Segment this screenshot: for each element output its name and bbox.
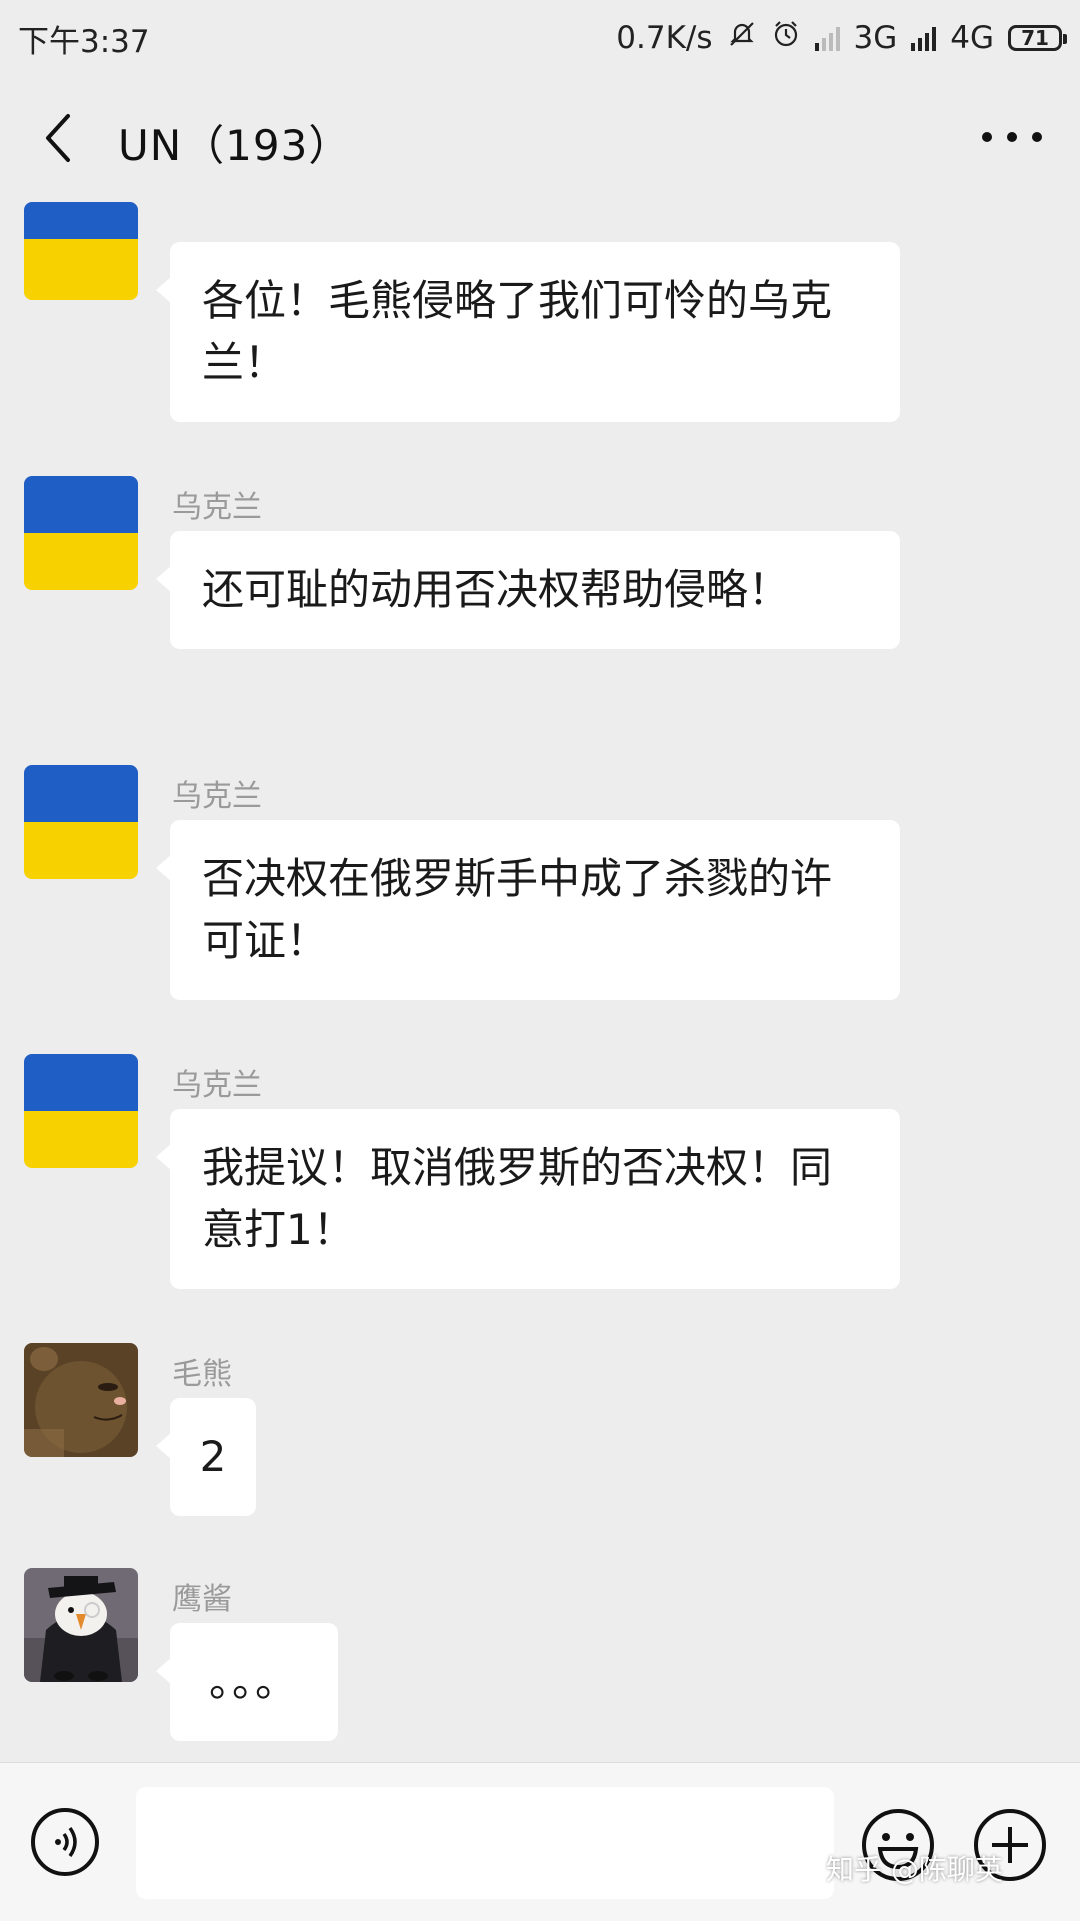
message-bubble[interactable]: 2 xyxy=(156,1398,256,1516)
status-time: 下午3:37 xyxy=(18,23,150,60)
back-button[interactable] xyxy=(36,110,86,166)
sender-name: 鹰酱 xyxy=(172,1582,232,1617)
net-type-4g: 4G xyxy=(950,20,994,56)
message-bubble[interactable]: 还可耻的动用否决权帮助侵略！ xyxy=(156,531,900,649)
net-type-3g: 3G xyxy=(853,20,898,56)
voice-input-button[interactable] xyxy=(30,1807,100,1877)
chat-title: UN（193） xyxy=(118,121,352,170)
net-speed: 0.7K/s xyxy=(616,20,713,56)
sender-name: 乌克兰 xyxy=(172,779,262,814)
sender-name: 乌克兰 xyxy=(172,490,262,525)
message-bubble[interactable]: 否决权在俄罗斯手中成了杀戮的许可证！ xyxy=(156,820,900,1000)
avatar-eagle[interactable] xyxy=(24,1568,138,1682)
message-input[interactable] xyxy=(136,1787,834,1899)
mute-icon xyxy=(727,19,757,57)
avatar-ukraine-flag[interactable] xyxy=(24,765,138,879)
signal-icon xyxy=(911,25,937,51)
battery-level: 71 xyxy=(1021,26,1049,50)
chat-header: UN（193） xyxy=(0,76,1080,200)
alarm-icon xyxy=(771,19,801,57)
signal-icon xyxy=(814,25,840,51)
sender-name: 毛熊 xyxy=(172,1357,232,1392)
status-icons: 0.7K/s 3G 4G 71 xyxy=(616,19,1067,57)
message-bubble[interactable]: 各位！毛熊侵略了我们可怜的乌克兰！ xyxy=(156,242,900,422)
avatar-ukraine-flag[interactable] xyxy=(24,1054,138,1168)
status-bar: 下午3:37 0.7K/s 3G 4G 71 xyxy=(0,0,1080,76)
message-bubble[interactable]: 我提议！取消俄罗斯的否决权！同意打1！ xyxy=(156,1109,900,1289)
avatar-bear[interactable] xyxy=(24,1343,138,1457)
sender-name: 乌克兰 xyxy=(172,1068,262,1103)
avatar-ukraine-flag[interactable] xyxy=(24,476,138,590)
avatar-ukraine-flag[interactable] xyxy=(24,202,138,300)
more-options-button[interactable] xyxy=(982,122,1042,152)
input-bar xyxy=(0,1762,1080,1921)
battery-icon: 71 xyxy=(1008,25,1067,51)
message-bubble[interactable]: 。。。 xyxy=(156,1623,338,1741)
watermark: 知乎 @陈聊英 xyxy=(826,1853,1003,1886)
